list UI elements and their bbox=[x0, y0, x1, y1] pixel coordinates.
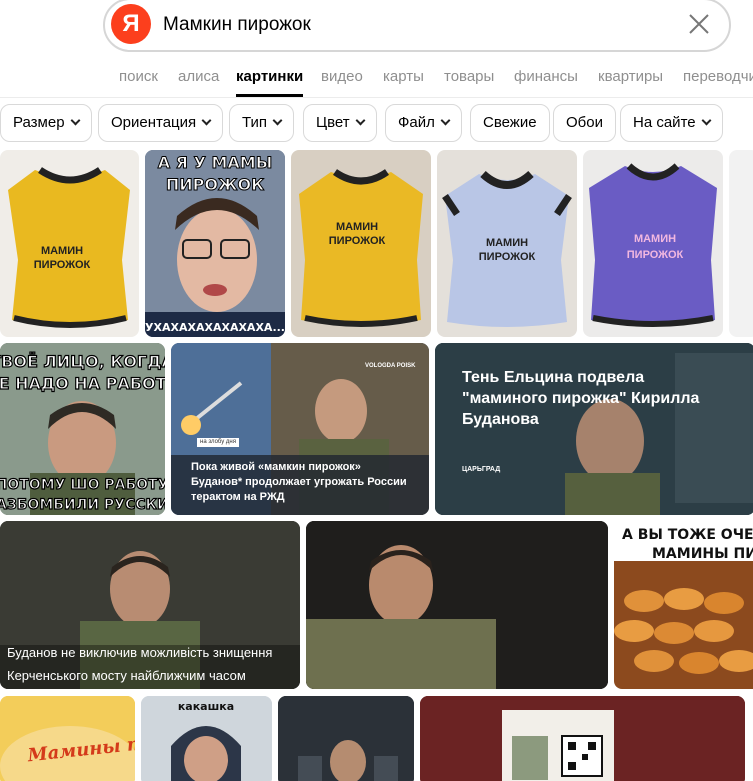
poster-image bbox=[420, 696, 745, 781]
image-result-yellow-shirt-1[interactable]: МАМИН ПИРОЖОК bbox=[0, 150, 139, 337]
cake-image: Мамины пирожки bbox=[0, 696, 135, 781]
image-result-poster[interactable] bbox=[420, 696, 745, 781]
filter-wallpapers[interactable]: Обои bbox=[553, 104, 616, 142]
news1-tag: на злобу дня bbox=[197, 438, 239, 447]
tab-realty[interactable]: квартиры bbox=[598, 68, 663, 85]
search-bar[interactable]: Я Мамкин пирожок bbox=[103, 0, 731, 52]
car-image bbox=[278, 696, 414, 781]
chevron-down-icon bbox=[355, 115, 366, 126]
yandex-logo[interactable]: Я bbox=[111, 4, 151, 44]
news3-caption-line1: Буданов не виключив можливість знищення bbox=[7, 645, 273, 660]
shirt-text-line1: МАМИН bbox=[634, 233, 676, 245]
filter-size-label: Размер bbox=[13, 114, 65, 131]
image-result-pies[interactable]: А ВЫ ТОЖЕ ОЧЕ МАМИНЫ ПИ bbox=[614, 521, 753, 689]
pies-image: А ВЫ ТОЖЕ ОЧЕ МАМИНЫ ПИ bbox=[614, 527, 753, 689]
chevron-down-icon bbox=[201, 115, 212, 126]
tab-goods[interactable]: товары bbox=[444, 68, 494, 85]
news-bridge-image bbox=[0, 521, 300, 689]
image-result-portrait[interactable] bbox=[306, 521, 608, 689]
image-result-meme-face[interactable]: А Я У МАМЫ ПИРОЖОК УХАХАХАХАХАХАХА... bbox=[145, 150, 285, 337]
tab-search[interactable]: поиск bbox=[119, 68, 158, 85]
shirt-text-line1: МАМИН bbox=[486, 237, 528, 249]
shirt-text-line2: ПИРОЖОК bbox=[34, 259, 91, 271]
purple-shirt-image: МАМИН ПИРОЖОК bbox=[589, 163, 717, 327]
meme3-top-line2: МАМИНЫ ПИ bbox=[652, 546, 753, 562]
image-result-meme-helmet[interactable]: какашка bbox=[141, 696, 272, 781]
shirt-text-line2: ПИРОЖОК bbox=[329, 235, 386, 247]
meme2-top-line1: ТВОЁ ЛИЦО, КОГДА bbox=[0, 352, 165, 371]
filter-type[interactable]: Тип bbox=[229, 104, 295, 142]
news3-caption-line2: Керченського мосту найближчим часом bbox=[7, 668, 246, 683]
blue-shirt-image: МАМИН ПИРОЖОК bbox=[442, 170, 572, 327]
shirt-text-line2: ПИРОЖОК bbox=[627, 249, 684, 261]
search-input[interactable]: Мамкин пирожок bbox=[163, 14, 311, 36]
image-result-partial[interactable] bbox=[729, 150, 753, 337]
image-result-news-rocket[interactable]: VOLOGDA POISK на злобу дня Пока живой «м… bbox=[171, 343, 429, 515]
yandex-images-page: Я Мамкин пирожок поиск алиса картинки ви… bbox=[0, 0, 753, 781]
filter-file[interactable]: Файл bbox=[385, 104, 462, 142]
news1-source: VOLOGDA POISK bbox=[365, 363, 416, 369]
news2-headline-line2: "маминого пирожка" Кирилла bbox=[462, 390, 700, 407]
close-icon[interactable] bbox=[687, 12, 711, 36]
meme3-top-line1: А ВЫ ТОЖЕ ОЧЕ bbox=[622, 527, 753, 543]
meme-work-image: ТВОЁ ЛИЦО, КОГДА НЕ НАДО НА РАБОТУ ПОТОМ… bbox=[0, 343, 165, 515]
yellow-shirt-image: МАМИН ПИРОЖОК bbox=[299, 169, 423, 327]
filter-fresh-label: Свежие bbox=[483, 114, 537, 131]
service-tabs: поиск алиса картинки видео карты товары … bbox=[0, 64, 753, 98]
filter-on-site[interactable]: На сайте bbox=[620, 104, 723, 142]
active-tab-indicator bbox=[236, 94, 303, 97]
meme2-top-line2: НЕ НАДО НА РАБОТУ bbox=[0, 374, 165, 393]
chevron-down-icon bbox=[272, 115, 283, 126]
meme-helmet-image: какашка bbox=[141, 696, 272, 781]
filter-color[interactable]: Цвет bbox=[303, 104, 377, 142]
portrait-image bbox=[306, 521, 608, 689]
shirt-text-line1: МАМИН bbox=[41, 245, 83, 257]
filter-color-label: Цвет bbox=[316, 114, 350, 131]
news2-source: ЦАРЬГРАД bbox=[462, 466, 501, 473]
image-result-news-bridge[interactable]: Буданов не виключив можливість знищення … bbox=[0, 521, 300, 689]
image-result-purple-shirt[interactable]: МАМИН ПИРОЖОК bbox=[583, 150, 723, 337]
news2-headline-line1: Тень Ельцина подвела bbox=[462, 369, 645, 386]
meme-face-image: А Я У МАМЫ ПИРОЖОК УХАХАХАХАХАХАХА... bbox=[145, 150, 285, 337]
filter-orientation[interactable]: Ориентация bbox=[98, 104, 224, 142]
shirt-text-line2: ПИРОЖОК bbox=[479, 251, 536, 263]
meme1-bottom: УХАХАХАХАХАХАХА... bbox=[145, 321, 285, 334]
image-result-cake[interactable]: Мамины пирожки bbox=[0, 696, 135, 781]
meme2-bottom-line1: ПОТОМУ ШО РАБОТУ bbox=[0, 477, 165, 493]
tab-images[interactable]: картинки bbox=[236, 68, 303, 85]
image-result-news-tsargrad[interactable]: Тень Ельцина подвела "маминого пирожка" … bbox=[435, 343, 753, 515]
tab-finance[interactable]: финансы bbox=[514, 68, 578, 85]
meme4-top: какашка bbox=[178, 700, 234, 713]
filter-fresh[interactable]: Свежие bbox=[470, 104, 550, 142]
filter-wallpapers-label: Обои bbox=[566, 114, 603, 131]
image-result-blue-shirt[interactable]: МАМИН ПИРОЖОК bbox=[437, 150, 577, 337]
meme1-top-line2: ПИРОЖОК bbox=[166, 175, 264, 194]
image-result-car[interactable] bbox=[278, 696, 414, 781]
shirt-text-line1: МАМИН bbox=[336, 221, 378, 233]
chevron-down-icon bbox=[70, 115, 81, 126]
news1-caption: Пока живой «мамкин пирожок» Буданов* про… bbox=[191, 461, 407, 503]
meme1-top-line1: А Я У МАМЫ bbox=[158, 153, 273, 172]
tab-maps[interactable]: карты bbox=[383, 68, 424, 85]
tab-alice[interactable]: алиса bbox=[178, 68, 219, 85]
tab-translate[interactable]: переводчик bbox=[683, 68, 753, 85]
yellow-shirt-image: МАМИН ПИРОЖОК bbox=[8, 167, 130, 328]
filter-type-label: Тип bbox=[242, 114, 268, 131]
filter-on-site-label: На сайте bbox=[633, 114, 696, 131]
chevron-down-icon bbox=[440, 115, 451, 126]
filter-file-label: Файл bbox=[398, 114, 435, 131]
filter-size[interactable]: Размер bbox=[0, 104, 92, 142]
image-result-yellow-shirt-2[interactable]: МАМИН ПИРОЖОК bbox=[291, 150, 431, 337]
image-result-meme-work[interactable]: ТВОЁ ЛИЦО, КОГДА НЕ НАДО НА РАБОТУ ПОТОМ… bbox=[0, 343, 165, 515]
tab-video[interactable]: видео bbox=[321, 68, 363, 85]
news2-headline-line3: Буданова bbox=[462, 411, 539, 428]
filter-orientation-label: Ориентация bbox=[111, 114, 197, 131]
chevron-down-icon bbox=[701, 115, 712, 126]
meme2-bottom-line2: РАЗБОМБИЛИ РУССКИЕ bbox=[0, 497, 165, 513]
